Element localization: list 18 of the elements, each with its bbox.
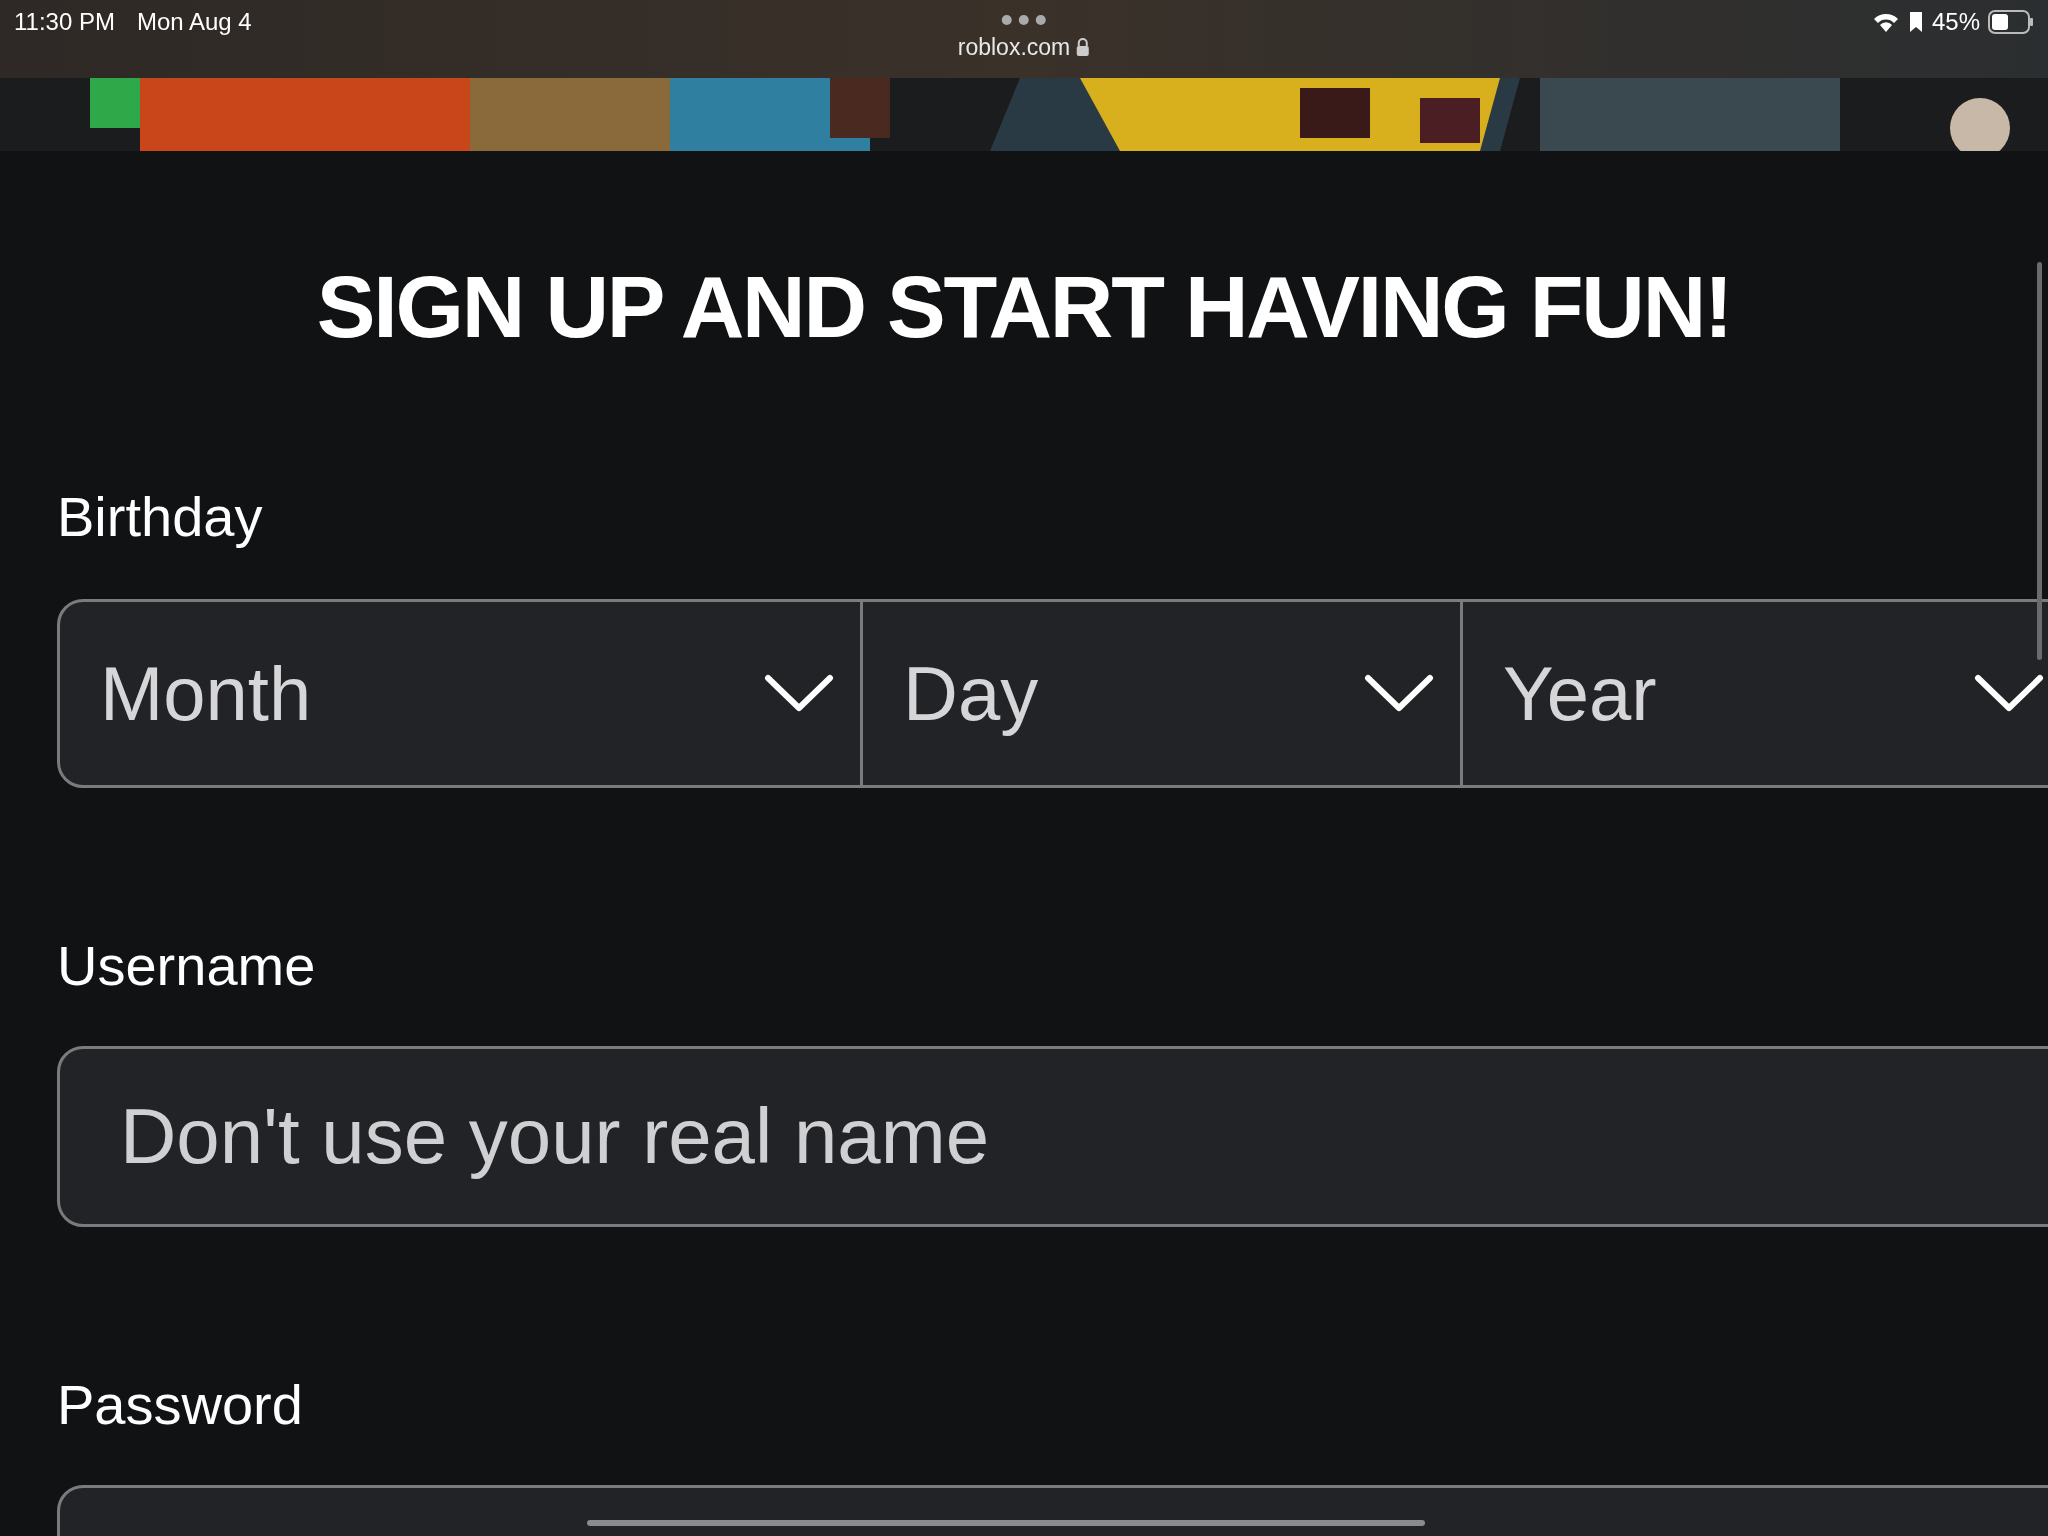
status-time: 11:30 PM <box>14 7 115 37</box>
url-text[interactable]: roblox.com <box>957 30 1071 65</box>
battery-icon <box>1988 10 2034 34</box>
birthday-dropdown[interactable]: Month <box>60 602 860 785</box>
battery-percent: 45% <box>1931 7 1980 37</box>
lock-icon <box>1076 38 1091 57</box>
chevron-down-icon <box>1974 673 2044 714</box>
chevron-down-icon <box>764 673 834 714</box>
more-icon[interactable] <box>1001 14 1047 26</box>
status-date: Mon Aug 4 <box>136 7 252 37</box>
birthday-dropdown[interactable]: Day <box>860 602 1460 785</box>
scrollbar[interactable] <box>2037 262 2042 660</box>
page-title: SIGN UP AND START HAVING FUN! <box>316 263 1733 351</box>
username-field[interactable]: Don't use your real name <box>57 1046 2048 1227</box>
bookmark-icon <box>1907 11 1924 33</box>
username-label: Username <box>57 938 317 994</box>
password-label: Password <box>57 1377 304 1433</box>
chevron-down-icon <box>1364 673 1434 714</box>
